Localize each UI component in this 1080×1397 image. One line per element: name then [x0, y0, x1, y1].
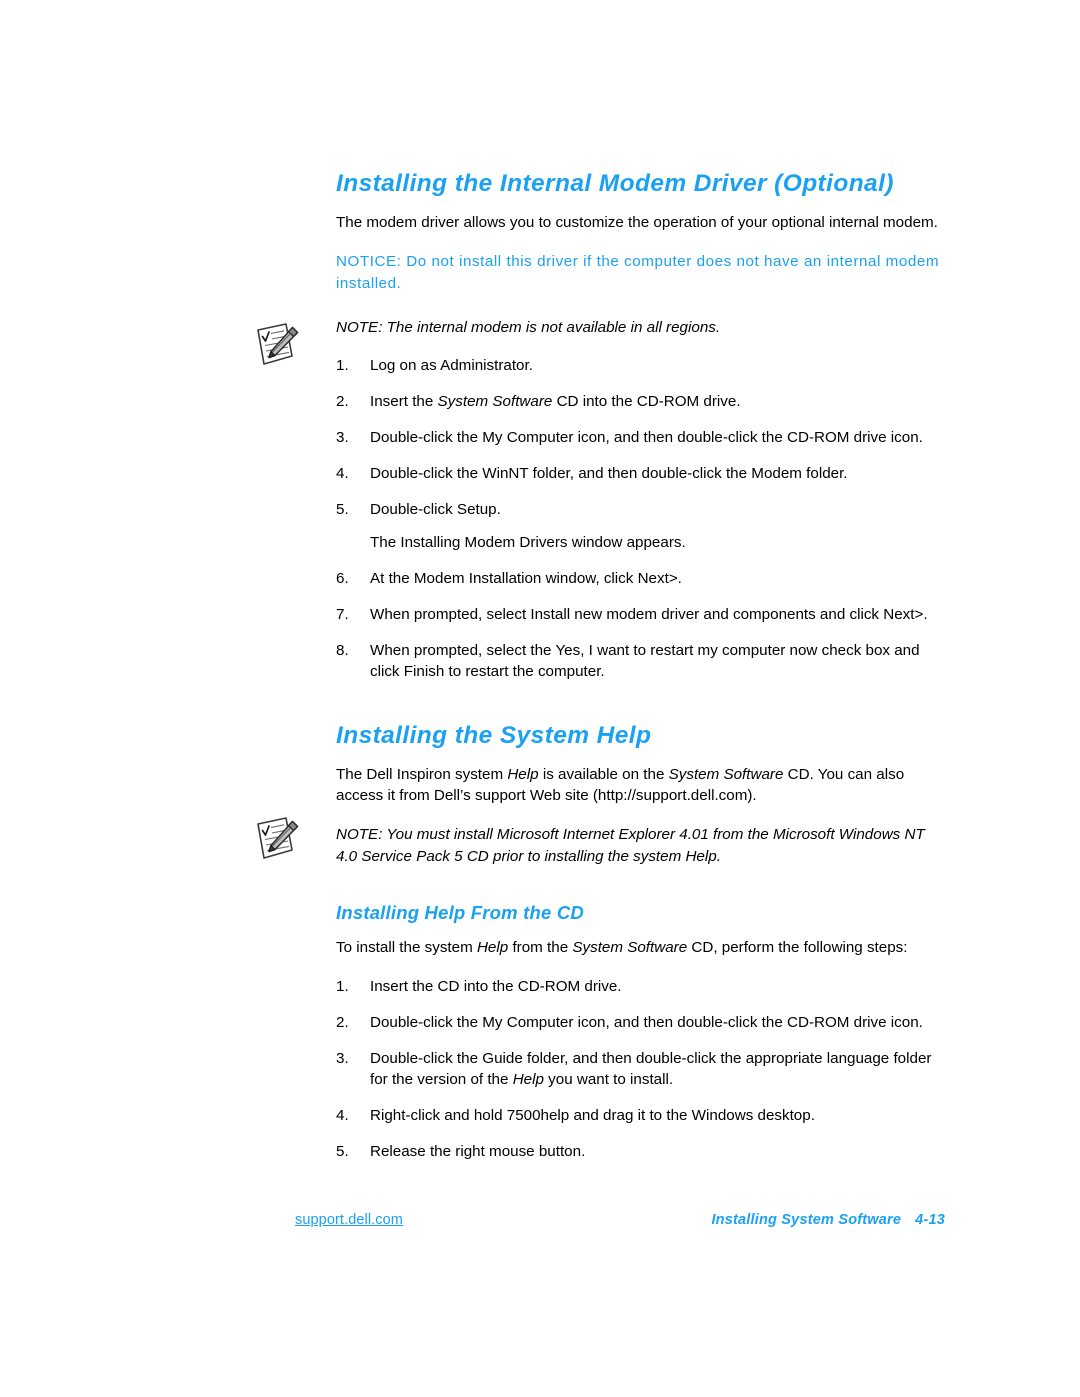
step-text: Double-click the My Computer icon, and t… — [370, 429, 923, 447]
intro-mid: is available on the — [538, 766, 669, 784]
section1-intro-paragraph: The modem driver allows you to customize… — [336, 214, 938, 232]
list-item-continuation: The Installing Modem Drivers window appe… — [336, 532, 946, 553]
notice-text: NOTICE: Do not install this driver if th… — [336, 253, 940, 293]
sub-intro-emphasis-system-software: System Software — [572, 938, 688, 956]
subsection-title: Installing Help From the CD — [336, 902, 584, 924]
page-footer: support.dell.com Installing System Softw… — [0, 1212, 1080, 1246]
list-item: 3. Double-click the My Computer icon, and… — [336, 427, 946, 448]
step-number: 6. — [336, 570, 349, 588]
intro-emphasis-help: Help — [507, 766, 539, 784]
support-dell-com-link[interactable]: support.dell.com — [295, 1212, 403, 1228]
section2-step-list: 1. Insert the CD into the CD-ROM drive. 2… — [336, 976, 946, 1162]
list-item: 6. At the Modem Installation window, clic… — [336, 568, 946, 589]
list-item: 4. Right-click and hold 7500help and drag… — [336, 1105, 946, 1126]
document-content: Installing the Internal Modem Driver (Op… — [336, 170, 946, 1177]
list-item: 5. Release the right mouse button. — [336, 1141, 946, 1162]
list-item: 2. Insert the System Software CD into the… — [336, 391, 946, 412]
note-text-2: NOTE: You must install Microsoft Interne… — [336, 826, 925, 866]
step-number: 5. — [336, 501, 349, 519]
list-item: 3. Double-click the Guide folder, and the… — [336, 1048, 946, 1090]
step-number: 2. — [336, 393, 349, 411]
step-number: 4. — [336, 1106, 349, 1124]
step-text: The Installing Modem Drivers window appe… — [370, 534, 686, 552]
sub-intro-mid: from the — [508, 938, 573, 956]
document-page: Installing the Internal Modem Driver (Op… — [0, 0, 1080, 1397]
step-text: Insert the CD into the CD-ROM drive. — [370, 977, 622, 995]
sub-intro-post: CD, perform the following steps: — [687, 938, 908, 956]
list-item: 1. Insert the CD into the CD-ROM drive. — [336, 976, 946, 997]
step-number: 5. — [336, 1142, 349, 1160]
page-title: Installing the Internal Modem Driver (Op… — [336, 170, 894, 197]
step-text: Double-click the My Computer icon, and t… — [370, 1013, 923, 1031]
step-number: 1. — [336, 357, 349, 375]
step-number: 3. — [336, 429, 349, 447]
page-number: 4-13 — [915, 1212, 945, 1228]
intro-pre: The Dell Inspiron system — [336, 766, 508, 784]
step-number: 8. — [336, 642, 349, 660]
intro-emphasis-system-software: System Software — [668, 766, 784, 784]
step-text: Right-click and hold 7500help and drag i… — [370, 1106, 815, 1124]
step-text: When prompted, select the Yes, I want to… — [370, 642, 920, 681]
step-text: Double-click Setup. — [370, 501, 501, 519]
section2-intro-paragraph: The Dell Inspiron system Help is availab… — [336, 764, 946, 806]
step-text-post: you want to install. — [543, 1070, 674, 1088]
step-text: Release the right mouse button. — [370, 1142, 586, 1160]
step-number: 7. — [336, 606, 349, 624]
note-pencil-icon — [248, 318, 304, 374]
list-item: 4. Double-click the WinNT folder, and the… — [336, 463, 946, 484]
step-text: At the Modem Installation window, click … — [370, 570, 682, 588]
step-number: 3. — [336, 1049, 349, 1067]
step-text-pre: Insert the — [370, 393, 438, 411]
step-text-emphasis: Help — [512, 1070, 544, 1088]
step-text: Double-click the WinNT folder, and then … — [370, 465, 848, 483]
step-number: 1. — [336, 977, 349, 995]
step-text: Log on as Administrator. — [370, 357, 533, 375]
step-text-post: CD into the CD-ROM drive. — [552, 393, 741, 411]
list-item: 8. When prompted, select the Yes, I want … — [336, 640, 946, 682]
step-number: 4. — [336, 465, 349, 483]
section2-title: Installing the System Help — [336, 722, 652, 750]
note-pencil-icon — [248, 812, 304, 868]
list-item: 1. Log on as Administrator. — [336, 355, 946, 376]
step-number: 2. — [336, 1013, 349, 1031]
list-item: 7. When prompted, select Install new mode… — [336, 604, 946, 625]
sub-intro-pre: To install the system — [336, 938, 477, 956]
section1-step-list: 1. Log on as Administrator. 2. Insert the … — [336, 355, 946, 682]
subsection-intro-paragraph: To install the system Help from the Syst… — [336, 937, 946, 958]
step-text-emphasis: System Software — [437, 393, 553, 411]
footer-chapter-and-page: Installing System Software 4-13 — [711, 1212, 945, 1228]
step-text: When prompted, select Install new modem … — [370, 606, 928, 624]
list-item: 5. Double-click Setup. — [336, 499, 946, 520]
list-item: 2. Double-click the My Computer icon, and… — [336, 1012, 946, 1033]
footer-chapter-label: Installing System Software — [711, 1212, 902, 1228]
note-text-1: NOTE: The internal modem is not availabl… — [336, 319, 721, 337]
sub-intro-emphasis-help: Help — [476, 938, 509, 956]
